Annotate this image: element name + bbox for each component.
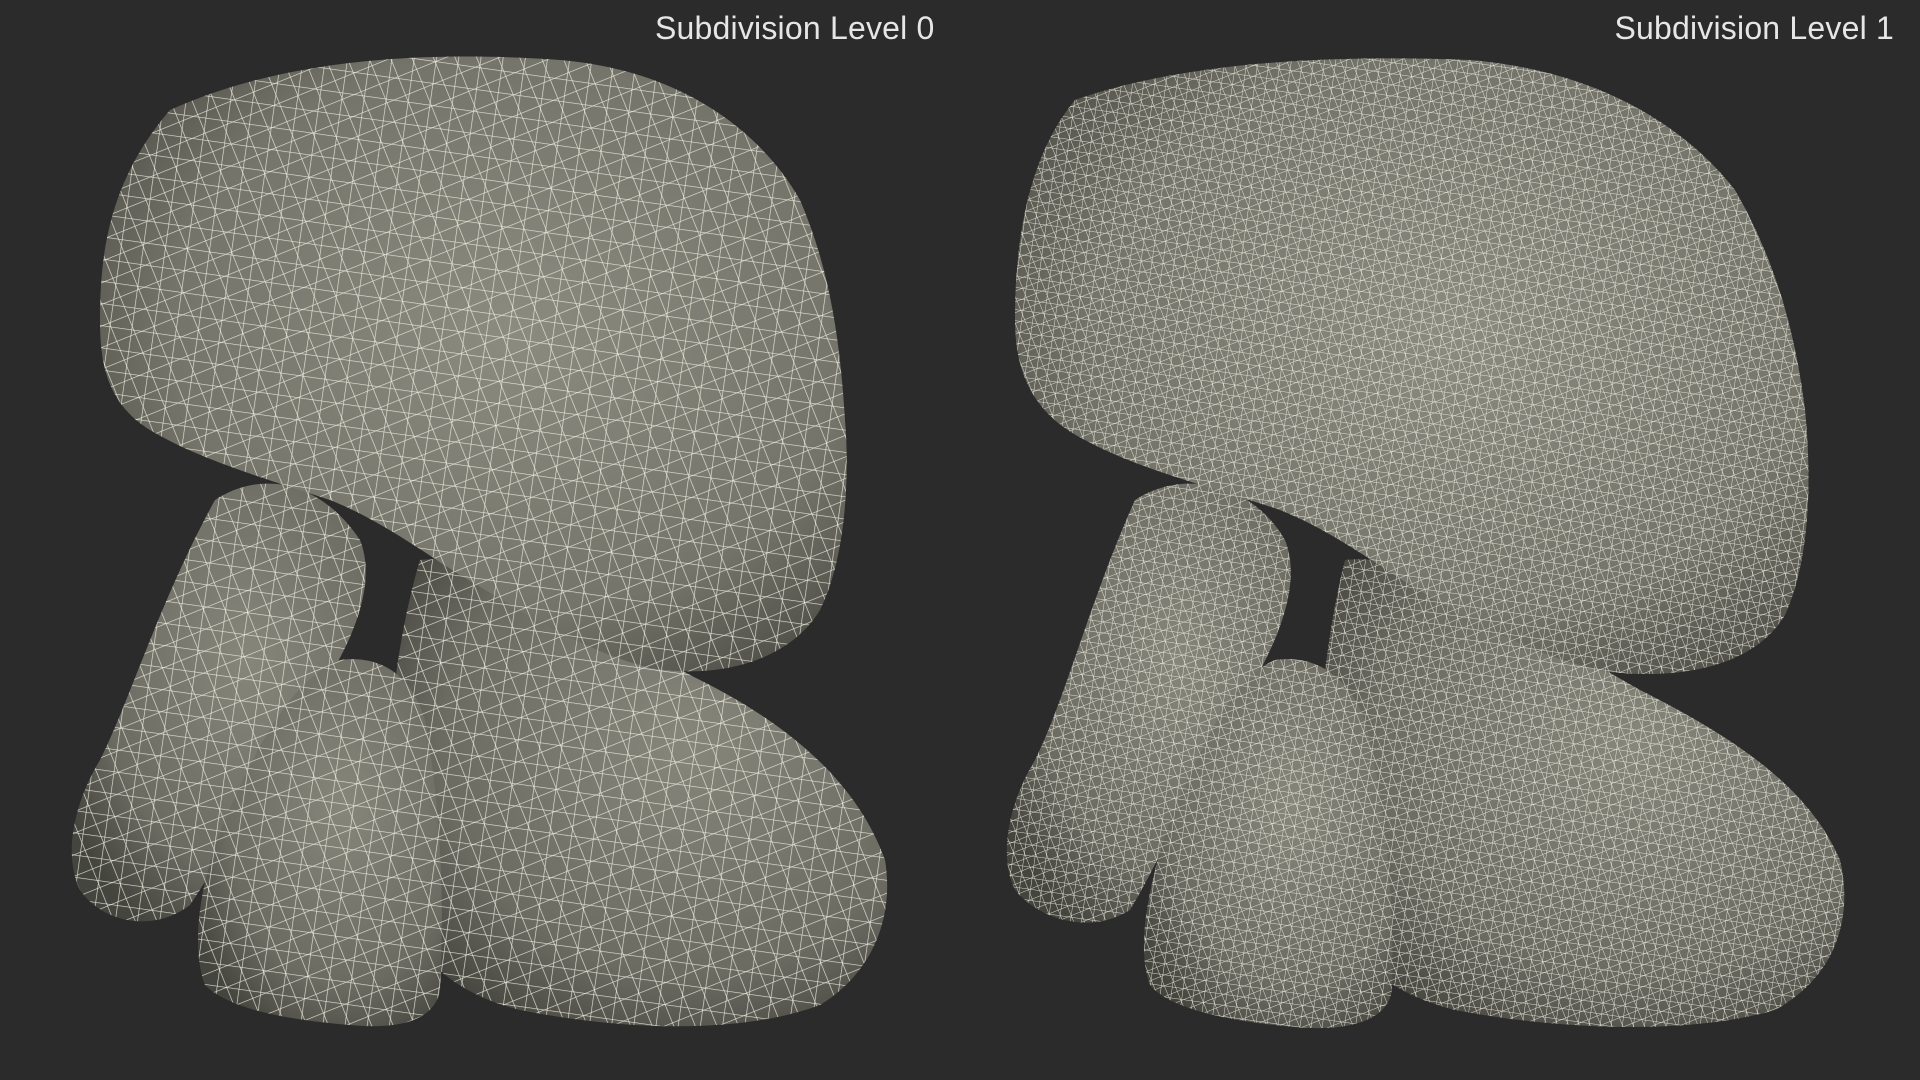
label-subdivision-level-1: Subdivision Level 1 [1614, 10, 1894, 46]
render-canvas [71, 56, 1845, 1029]
model-subdivision-1 [1006, 58, 1845, 1029]
label-subdivision-level-0: Subdivision Level 0 [655, 10, 935, 46]
model-subdivision-0 [71, 56, 888, 1027]
render-viewport: Subdivision Level 0 Subdivision Level 1 [0, 0, 1920, 1080]
